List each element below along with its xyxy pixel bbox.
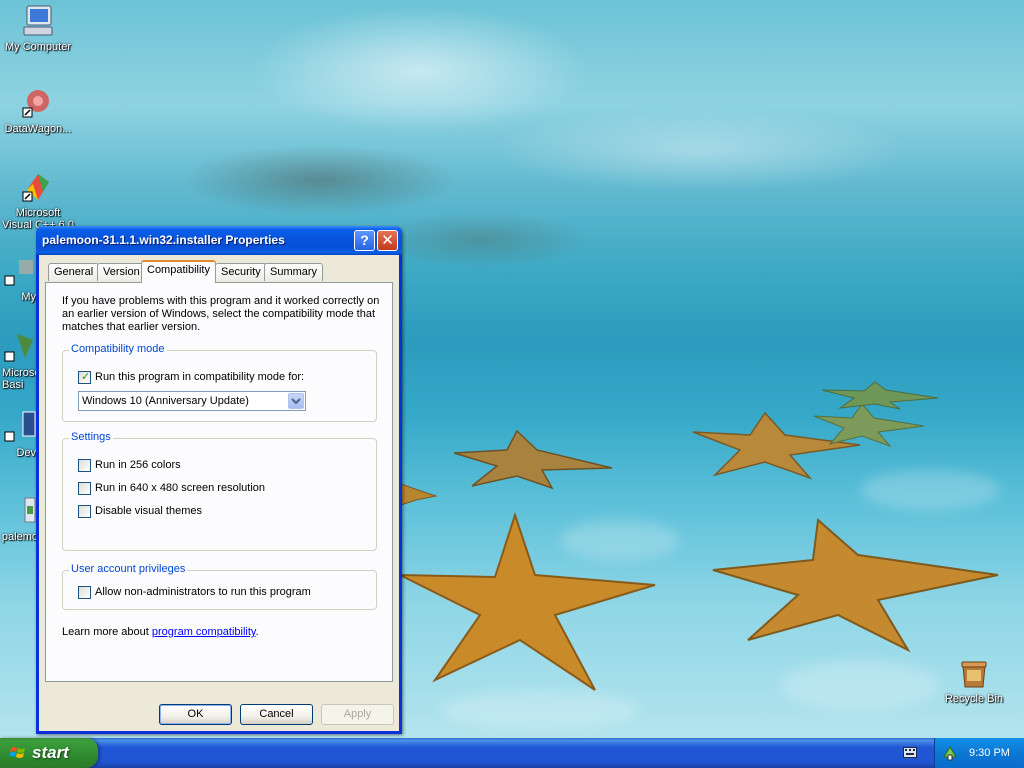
desktop-icon-label: Dev [16,447,36,459]
starfish-distant [821,381,939,410]
cancel-button[interactable]: Cancel [240,704,313,725]
desktop-icon-label: My [21,291,36,303]
desktop-icon-my-computer[interactable]: My Computer [0,4,76,53]
windows-logo-icon [10,747,25,758]
properties-dialog: palemoon-31.1.1.win32.installer Properti… [36,226,402,734]
checkbox[interactable] [78,586,91,599]
checkbox-label: Disable visual themes [95,505,202,517]
settings-group: Settings Run in 256 colors Run in 640 x … [62,431,377,551]
group-title: Compatibility mode [69,343,167,355]
start-button[interactable]: start [0,738,98,768]
checkbox[interactable] [78,505,91,518]
starfish-large [399,511,656,691]
apply-button[interactable]: Apply [321,704,394,725]
desktop-icon-datawagon[interactable]: DataWagon... [0,86,76,135]
datawagon-icon [21,86,55,120]
checkbox-label: Run in 640 x 480 screen resolution [95,482,265,494]
desktop-icon-visual-cpp[interactable]: Microsoft Visual C++ 6.0 [0,170,76,231]
close-button[interactable]: ✕ [377,230,398,251]
help-button[interactable]: ? [354,230,375,251]
close-icon: ✕ [381,232,394,249]
chevron-down-icon [291,398,301,405]
starfish-mid [453,429,613,490]
starfish-partial [398,482,438,507]
tab-summary[interactable]: Summary [264,263,324,281]
start-label: start [32,743,69,762]
compatibility-panel: If you have problems with this program a… [45,282,393,682]
checkmark-icon: ✓ [81,371,91,383]
question-icon: ? [360,232,369,248]
clock[interactable]: 9:30 PM [969,747,1010,759]
compat-mode-select[interactable]: Windows 10 (Anniversary Update) [78,391,306,411]
group-title: User account privileges [69,563,188,575]
recycle-bin-icon [957,656,991,690]
desktop-icon-palemoon[interactable]: palemo [0,494,40,543]
app-icon [3,330,37,364]
desktop-icon-label: palemo [1,531,38,543]
water-caustic [780,660,940,710]
compatibility-mode-group: Compatibility mode ✓ Run this program in… [62,343,377,422]
desktop-icon-my[interactable]: My [0,254,40,303]
desktop-icon-recycle-bin[interactable]: Recycle Bin [936,656,1012,705]
checkbox-label: Run this program in compatibility mode f… [95,371,305,383]
water-caustic [860,470,1000,510]
installer-icon [3,494,37,528]
network-tray-icon[interactable] [942,745,958,761]
checkbox[interactable] [78,459,91,472]
tab-version[interactable]: Version [97,263,146,281]
learn-more-text: Learn more about program compatibility. [62,626,259,638]
dialog-client: General Version Compatibility Security S… [39,255,399,731]
ok-button[interactable]: OK [159,704,232,725]
keyboard-icon[interactable] [903,747,917,758]
desktop-icon-microsoft-basic[interactable]: Microso Basi [0,330,41,391]
checkbox-label: Allow non-administrators to run this pro… [95,586,311,598]
tab-security[interactable]: Security [215,263,267,281]
compat-mode-checkbox[interactable]: ✓ [78,371,91,384]
dropdown-button[interactable] [288,393,304,409]
checkbox[interactable] [78,482,91,495]
dialog-title: palemoon-31.1.1.win32.installer Properti… [42,233,285,247]
water-caustic [440,690,640,730]
group-title: Settings [69,431,113,443]
checkbox-label: Run in 256 colors [95,459,181,471]
learn-prefix: Learn more about [62,626,152,638]
desktop-icon-label: My Computer [4,41,72,53]
desktop-icon-label: DataWagon... [4,123,72,135]
starfish-right [712,518,999,653]
program-compatibility-link[interactable]: program compatibility [152,626,256,638]
intro-text: If you have problems with this program a… [62,295,380,333]
desktop-icon-label: Recycle Bin [944,693,1004,705]
computer-icon [21,4,55,38]
desktop-icon-dev[interactable]: Dev [0,410,40,459]
visual-cpp-icon [21,170,55,204]
tab-general[interactable]: General [48,263,100,281]
taskbar: start 9:30 PM [0,738,1024,768]
learn-suffix: . [255,626,259,638]
tab-compatibility[interactable]: Compatibility [141,260,216,283]
desktop-icon-label: Microso Basi [2,367,41,391]
dialog-titlebar[interactable]: palemoon-31.1.1.win32.installer Properti… [36,226,402,255]
privileges-group: User account privileges Allow non-admini… [62,563,377,610]
dev-app-icon [3,410,37,444]
folder-icon [3,254,37,288]
select-value: Windows 10 (Anniversary Update) [82,395,249,407]
